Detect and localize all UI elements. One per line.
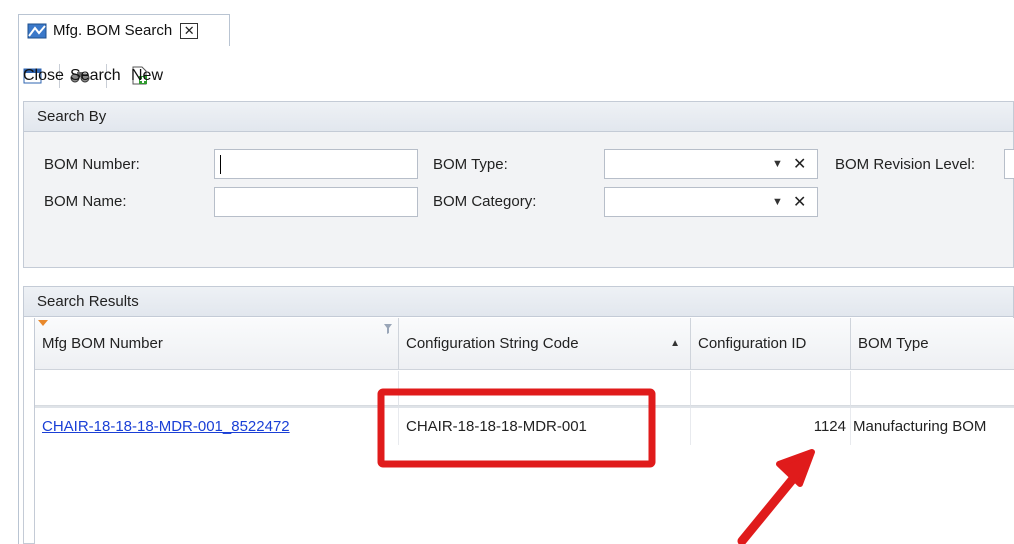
bom-name-label: BOM Name: xyxy=(44,193,127,210)
column-header-label: Configuration ID xyxy=(698,335,807,352)
sort-indicator-icon xyxy=(38,320,48,326)
column-header-label: Configuration String Code xyxy=(406,335,579,352)
bom-number-label: BOM Number: xyxy=(44,156,140,173)
frame-border xyxy=(18,45,19,544)
clear-icon[interactable]: ✕ xyxy=(793,154,806,174)
mfg-bom-link[interactable]: CHAIR-18-18-18-MDR-001_8522472 xyxy=(42,418,290,435)
sort-ascending-icon: ▲ xyxy=(670,338,680,349)
bom-number-field[interactable] xyxy=(214,149,418,179)
new-button[interactable]: New xyxy=(127,62,163,90)
close-label: Close xyxy=(23,67,64,84)
filter-icon[interactable] xyxy=(384,324,392,334)
column-header-label: Mfg BOM Number xyxy=(42,335,163,352)
bom-type-select[interactable]: ▼ ✕ xyxy=(604,149,818,179)
bom-revision-level-field[interactable] xyxy=(1004,149,1014,179)
tab-title: Mfg. BOM Search xyxy=(53,22,173,39)
filter-cell[interactable] xyxy=(399,371,691,406)
column-header-bom-type[interactable]: BOM Type xyxy=(851,318,1014,370)
table-row-mfg-bom-number[interactable]: CHAIR-18-18-18-MDR-001_8522472 xyxy=(35,408,399,445)
tab-mfg-bom-search[interactable]: Mfg. BOM Search ✕ xyxy=(18,14,230,46)
chevron-down-icon[interactable]: ▼ xyxy=(772,158,783,170)
bom-category-select[interactable]: ▼ ✕ xyxy=(604,187,818,217)
search-results-header: Search Results xyxy=(24,287,1013,317)
toolbar: Close Search New xyxy=(19,58,163,94)
filter-cell[interactable] xyxy=(691,371,851,406)
search-by-panel: Search By BOM Number: BOM Name: BOM Type… xyxy=(23,101,1014,268)
table-row-configuration-id: 1124 xyxy=(691,408,851,445)
search-button[interactable]: Search xyxy=(66,62,121,90)
column-header-configuration-string-code[interactable]: Configuration String Code ▲ xyxy=(399,318,691,370)
results-grid: Mfg BOM Number Configuration String Code… xyxy=(34,318,1014,544)
bom-name-field[interactable] xyxy=(214,187,418,217)
bom-search-icon xyxy=(27,23,47,38)
new-label: New xyxy=(131,67,164,84)
search-label: Search xyxy=(70,67,121,84)
search-by-header: Search By xyxy=(24,102,1013,132)
search-results-panel: Search Results Mfg BOM Number Configurat… xyxy=(23,286,1014,544)
close-button[interactable]: Close xyxy=(19,62,64,90)
table-row-configuration-string-code: CHAIR-18-18-18-MDR-001 xyxy=(399,408,691,445)
bom-type-label: BOM Type: xyxy=(433,156,508,173)
text-cursor xyxy=(220,155,221,174)
bom-category-label: BOM Category: xyxy=(433,193,537,210)
filter-cell[interactable] xyxy=(35,371,399,406)
column-header-label: BOM Type xyxy=(858,335,929,352)
tab-bar: Mfg. BOM Search ✕ xyxy=(0,0,1014,46)
filter-cell[interactable] xyxy=(851,371,1014,406)
column-header-configuration-id[interactable]: Configuration ID xyxy=(691,318,851,370)
column-header-mfg-bom-number[interactable]: Mfg BOM Number xyxy=(35,318,399,370)
clear-icon[interactable]: ✕ xyxy=(793,192,806,212)
bom-revision-level-label: BOM Revision Level: xyxy=(835,156,976,173)
table-row-bom-type: Manufacturing BOM xyxy=(853,418,987,435)
close-icon[interactable]: ✕ xyxy=(180,22,199,39)
chevron-down-icon[interactable]: ▼ xyxy=(772,196,783,208)
